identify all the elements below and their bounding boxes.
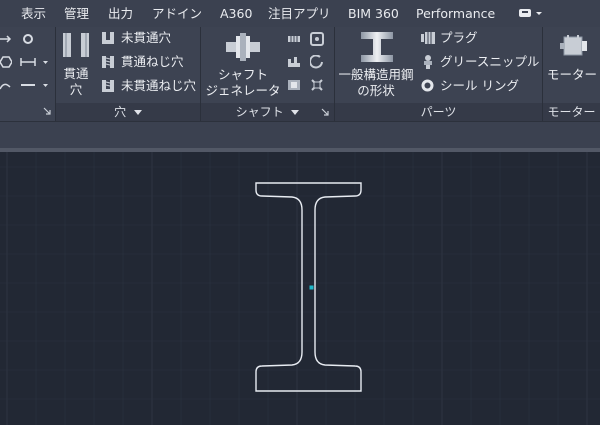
motor-icon — [560, 35, 587, 56]
gear-profile-icon[interactable] — [287, 56, 301, 68]
parts-panel-title-text: パーツ — [420, 105, 457, 119]
shaft-panel-title-text: シャフト — [235, 105, 284, 119]
shaft-calculation-icon[interactable] — [310, 78, 324, 92]
canvas-background — [0, 152, 600, 425]
threaded-blind-hole-label: 未貫通ねじ穴 — [121, 78, 197, 93]
motor-panel-title-text: モーター — [547, 105, 596, 119]
plug-icon — [421, 32, 435, 44]
arc-icon[interactable] — [0, 79, 12, 91]
tab-addins[interactable]: アドイン — [152, 0, 202, 27]
panel-toggle-dropdown-icon[interactable] — [518, 7, 544, 19]
motor-button[interactable]: モーター — [544, 67, 600, 83]
drawing-canvas[interactable] — [0, 152, 600, 425]
snap-point-marker[interactable] — [309, 285, 314, 290]
tab-performance[interactable]: Performance — [416, 0, 495, 27]
shaft-generator-icon — [226, 33, 260, 61]
shaft-generator-button[interactable]: シャフト ジェネレータ — [203, 67, 283, 99]
tab-a360[interactable]: A360 — [220, 0, 252, 27]
ribbon: 貫通 穴 未貫通穴 貫通ねじ穴 未貫通ねじ穴 穴 シャフト ジェネレータ シャフ… — [0, 27, 600, 122]
linear-dimension-icon[interactable] — [20, 56, 50, 68]
through-hole-icon — [63, 33, 89, 57]
seal-ring-icon — [421, 79, 434, 92]
threaded-through-hole-icon — [102, 56, 114, 68]
tab-featured-apps[interactable]: 注目アプリ — [268, 0, 331, 27]
shaft-panel-title[interactable]: シャフト — [201, 103, 334, 121]
plug-label: プラグ — [440, 30, 478, 45]
steel-shape-icon — [361, 32, 393, 62]
file-tab-strip — [0, 122, 600, 148]
tab-manage[interactable]: 管理 — [64, 0, 89, 27]
chevron-down-icon — [133, 110, 142, 115]
through-hole-button[interactable]: 貫通 穴 — [58, 66, 94, 98]
threaded-blind-hole-icon — [102, 80, 114, 92]
motor-panel-title: モーター — [543, 103, 600, 121]
grease-nipple-label: グリースニップル — [440, 54, 540, 69]
tab-view[interactable]: 表示 — [21, 0, 46, 27]
chevron-down-icon — [291, 110, 300, 115]
spline-icon[interactable] — [287, 33, 301, 45]
hole-panel-title[interactable]: 穴 — [56, 103, 200, 121]
seal-ring-label: シール リング — [440, 78, 519, 93]
snap-ring-icon[interactable] — [310, 55, 324, 69]
circle-icon[interactable] — [22, 33, 34, 45]
panel-expand-icon[interactable] — [43, 107, 51, 115]
grease-nipple-icon — [424, 55, 432, 69]
panel-expand-icon[interactable] — [321, 108, 329, 116]
blind-hole-icon — [102, 32, 114, 44]
hole-panel-title-text: 穴 — [114, 105, 127, 119]
steel-shapes-button[interactable]: 一般構造用鋼 の形状 — [336, 67, 416, 99]
threaded-through-hole-label: 貫通ねじ穴 — [121, 54, 184, 69]
bearing-icon[interactable] — [310, 32, 324, 46]
ribbon-tab-bar: 表示 管理 出力 アドイン A360 注目アプリ BIM 360 Perform… — [0, 0, 600, 28]
blind-hole-label: 未貫通穴 — [121, 30, 172, 45]
line-dropdown-icon[interactable] — [20, 79, 50, 91]
hexagon-icon[interactable] — [0, 56, 12, 68]
shaft-section-icon[interactable] — [287, 79, 301, 91]
tab-bim360[interactable]: BIM 360 — [348, 0, 399, 27]
tab-output[interactable]: 出力 — [108, 0, 133, 27]
dimension-icon[interactable] — [0, 33, 14, 45]
parts-panel-title: パーツ — [335, 103, 542, 121]
